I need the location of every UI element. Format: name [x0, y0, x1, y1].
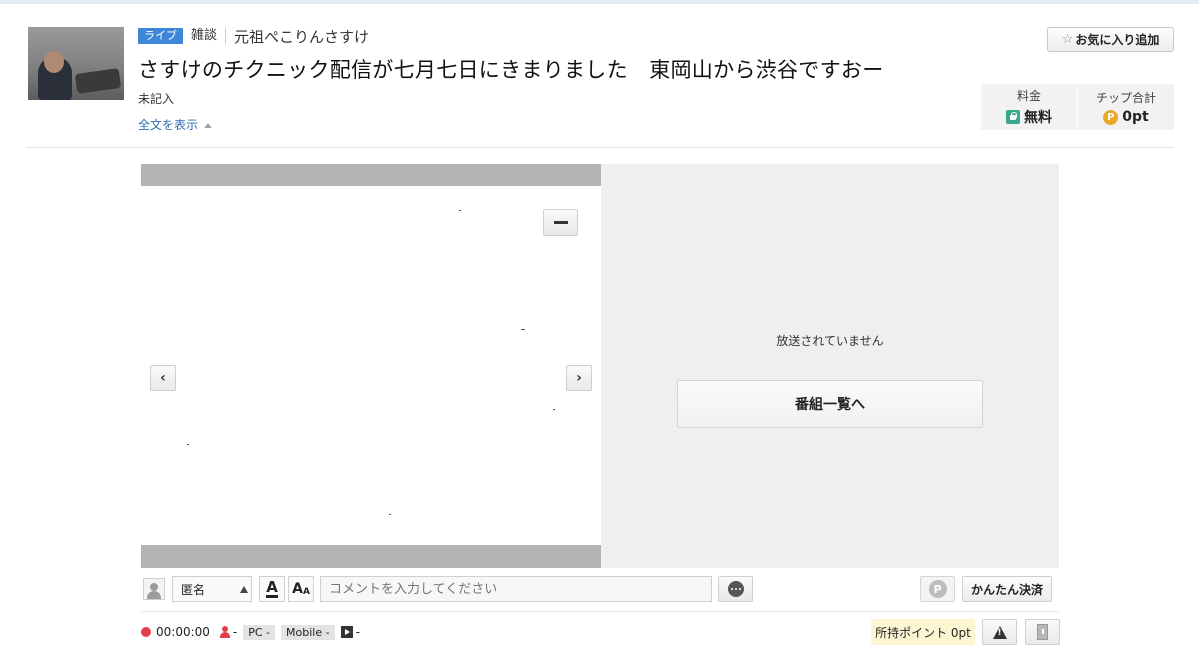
- noise-speck: [553, 409, 555, 410]
- video-player[interactable]: ‹ ›: [141, 164, 601, 568]
- font-color-icon: A: [266, 578, 278, 598]
- elapsed-timer: 00:00:00: [156, 625, 210, 639]
- chevron-left-icon: ‹: [160, 370, 166, 386]
- price-label: 料金: [1016, 89, 1041, 103]
- noise-speck: [389, 514, 391, 515]
- noise-speck: [187, 444, 189, 445]
- viewer-icon: [219, 626, 230, 638]
- tip-value: 0pt: [1122, 109, 1149, 125]
- top-accent-line: [0, 0, 1199, 4]
- add-favorite-button[interactable]: ☆ お気に入り追加: [1047, 27, 1174, 52]
- avatar-head: [150, 583, 158, 591]
- price-column: 料金 無料: [981, 84, 1077, 130]
- name-select[interactable]: 匿名: [172, 576, 252, 602]
- warning-icon: [992, 625, 1007, 639]
- minimize-button[interactable]: [543, 209, 578, 236]
- chevron-right-icon: ›: [576, 370, 582, 386]
- comment-bar: 匿名 A AA P かんたん決済: [141, 574, 1059, 604]
- price-value: 無料: [1024, 110, 1052, 126]
- point-icon: P: [928, 580, 947, 598]
- font-color-button[interactable]: A: [259, 576, 285, 602]
- offline-message: 放送されていません: [776, 334, 884, 348]
- mobile-count-badge: Mobile -: [281, 624, 335, 640]
- star-icon: ☆: [1061, 32, 1074, 47]
- tip-value-row: P 0pt: [1103, 109, 1149, 125]
- meta-row: ライブ 雑談 元祖ぺこりんさすけ: [138, 26, 369, 47]
- lock-icon: [1006, 110, 1020, 124]
- font-size-button[interactable]: AA: [288, 576, 314, 602]
- price-value-row: 無料: [1006, 107, 1052, 127]
- send-comment-button[interactable]: [718, 576, 753, 602]
- noise-speck: [459, 210, 461, 211]
- caret-up-icon: [204, 122, 213, 128]
- quick-pay-button[interactable]: かんたん決済: [962, 576, 1052, 602]
- program-list-button[interactable]: 番組一覧へ: [677, 380, 983, 428]
- author-name[interactable]: 元祖ぺこりんさすけ: [234, 26, 369, 47]
- show-all-link[interactable]: 全文を表示: [138, 116, 213, 133]
- description-text: 未記入: [138, 92, 175, 106]
- report-button[interactable]: [982, 619, 1017, 645]
- play-icon: [340, 626, 353, 638]
- noise-speck: [521, 329, 525, 330]
- pc-count-badge: PC -: [243, 624, 276, 640]
- next-arrow-button[interactable]: ›: [566, 365, 592, 391]
- tip-column: チップ合計 P 0pt: [1077, 84, 1174, 130]
- broadcast-status-panel: 放送されていません 番組一覧へ: [601, 164, 1059, 568]
- exit-button[interactable]: [1025, 619, 1060, 645]
- category-label[interactable]: 雑談: [191, 28, 227, 44]
- broadcaster-thumbnail[interactable]: [28, 27, 124, 100]
- status-bar: 00:00:00 - PC - Mobile - -: [141, 620, 360, 644]
- add-favorite-label: お気に入り追加: [1075, 33, 1160, 47]
- live-badge: ライブ: [138, 28, 183, 44]
- record-dot-icon: [141, 627, 151, 637]
- avatar-body: [147, 591, 161, 599]
- coin-icon: P: [1103, 109, 1119, 125]
- price-info-box: 料金 無料 チップ合計 P 0pt: [981, 84, 1174, 130]
- viewer-count: -: [232, 625, 238, 639]
- header-divider: [26, 147, 1174, 148]
- point-button[interactable]: P: [920, 576, 955, 602]
- player-top-bar: [141, 164, 601, 186]
- door-icon: [1037, 624, 1048, 640]
- points-balance: 所持ポイント 0pt: [871, 619, 975, 645]
- minus-icon: [553, 221, 568, 224]
- caret-up-icon: [240, 586, 248, 593]
- prev-arrow-button[interactable]: ‹: [150, 365, 176, 391]
- thumbnail-head: [44, 51, 64, 73]
- tip-label: チップ合計: [1095, 91, 1156, 105]
- comment-divider: [141, 611, 1059, 612]
- speech-bubble-icon: [727, 581, 744, 597]
- show-all-label: 全文を表示: [138, 118, 199, 132]
- play-count: -: [355, 625, 360, 639]
- avatar-button[interactable]: [143, 578, 165, 600]
- player-bottom-bar: [141, 545, 601, 568]
- page-title: さすけのチクニック配信が七月七日にきまりました 東岡山から渋谷ですおー: [138, 58, 884, 82]
- name-select-value: 匿名: [181, 582, 206, 597]
- font-size-icon: A: [292, 581, 303, 597]
- font-size-small-icon: A: [302, 587, 310, 597]
- comment-input[interactable]: [320, 576, 712, 602]
